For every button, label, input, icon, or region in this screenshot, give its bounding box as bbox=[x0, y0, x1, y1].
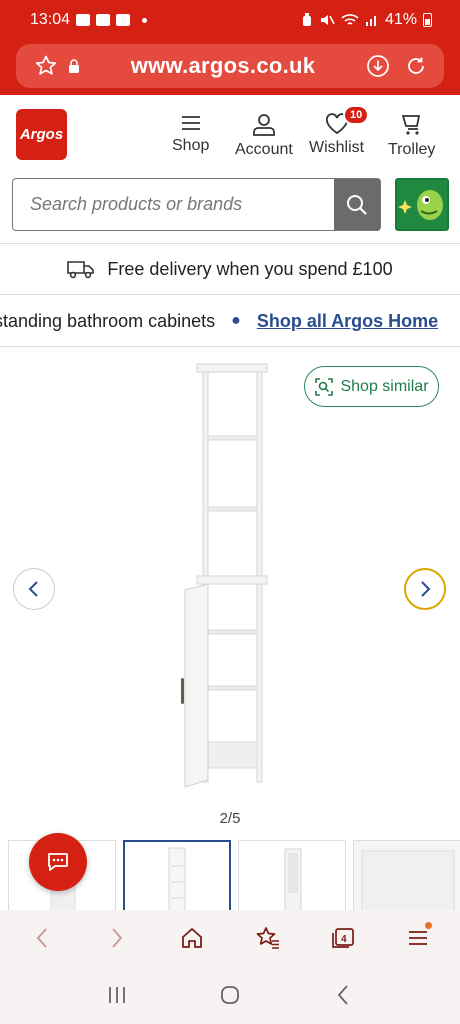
gallery-next-button[interactable] bbox=[404, 568, 446, 610]
bookmarks-button[interactable] bbox=[248, 918, 288, 958]
home-circle-icon bbox=[221, 986, 239, 1004]
forward-button[interactable] bbox=[97, 918, 137, 958]
dinosaur-mascot-icon bbox=[397, 180, 447, 229]
chevron-right-icon bbox=[112, 928, 123, 948]
system-navigation-bar bbox=[0, 966, 460, 1024]
battery-percent: 41% bbox=[384, 11, 417, 28]
search-button[interactable] bbox=[334, 179, 380, 230]
breadcrumb: standing bathroom cabinets ● Shop all Ar… bbox=[0, 296, 460, 346]
breadcrumb-shop-all-link[interactable]: Shop all Argos Home bbox=[257, 311, 438, 332]
home-button[interactable] bbox=[172, 918, 212, 958]
browser-toolbar-bottom: 4 bbox=[0, 910, 460, 966]
system-back-button[interactable] bbox=[323, 975, 363, 1015]
thumbnail-image bbox=[168, 847, 186, 910]
notification-dot-icon bbox=[142, 17, 148, 23]
back-button[interactable] bbox=[22, 918, 62, 958]
battery-icon bbox=[423, 13, 432, 27]
menu-icon bbox=[181, 116, 200, 130]
delivery-van-icon bbox=[67, 261, 95, 279]
signal-icon bbox=[365, 13, 379, 27]
search-icon bbox=[347, 194, 367, 215]
delivery-banner: Free delivery when you spend £100 bbox=[0, 245, 460, 293]
divider bbox=[0, 294, 460, 295]
divider bbox=[0, 243, 460, 244]
browser-toolbar-top: www.argos.co.uk bbox=[0, 40, 460, 95]
argos-logo[interactable]: Argos bbox=[16, 109, 67, 160]
shop-similar-button[interactable]: Shop similar bbox=[304, 366, 439, 407]
logo-text: Argos bbox=[19, 126, 64, 143]
tabs-button[interactable]: 4 bbox=[323, 918, 363, 958]
gallery-prev-button[interactable] bbox=[13, 568, 55, 610]
search-input[interactable] bbox=[13, 179, 334, 230]
star-icon[interactable] bbox=[34, 54, 58, 78]
nav-wishlist[interactable]: 10 Wishlist bbox=[309, 105, 370, 157]
youtube-icon bbox=[76, 14, 91, 26]
wifi-icon bbox=[341, 13, 359, 27]
breadcrumb-current: standing bathroom cabinets bbox=[0, 310, 216, 331]
home-icon bbox=[182, 928, 203, 948]
chat-button[interactable] bbox=[29, 833, 87, 891]
menu-icon bbox=[409, 931, 428, 945]
wishlist-count-badge: 10 bbox=[343, 105, 370, 125]
nav-account-label: Account bbox=[235, 141, 293, 158]
nav-account[interactable]: Account bbox=[235, 113, 293, 159]
download-icon[interactable] bbox=[366, 54, 390, 78]
nav-wishlist-label: Wishlist bbox=[309, 139, 365, 156]
mute-icon bbox=[319, 13, 335, 27]
search-box bbox=[12, 178, 381, 231]
nav-trolley-label: Trolley bbox=[388, 141, 436, 158]
thumbnail-2[interactable] bbox=[123, 840, 231, 910]
promo-tile[interactable] bbox=[395, 178, 449, 231]
svg-text:4: 4 bbox=[341, 934, 347, 945]
nav-shop[interactable]: Shop bbox=[172, 113, 209, 155]
breadcrumb-separator: ● bbox=[231, 312, 241, 329]
system-home-button[interactable] bbox=[210, 975, 250, 1015]
gallery-icon bbox=[96, 14, 111, 26]
refresh-icon[interactable] bbox=[404, 54, 428, 78]
lock-icon bbox=[68, 59, 80, 73]
thumbnail-4[interactable] bbox=[353, 840, 460, 910]
bookmarks-star-icon bbox=[256, 927, 279, 949]
trolley-icon bbox=[401, 115, 420, 135]
product-gallery: Shop similar 2/5 bbox=[0, 348, 460, 838]
shop-similar-label: Shop similar bbox=[340, 377, 429, 395]
product-image-tall-cabinet[interactable] bbox=[175, 362, 275, 792]
chevron-left-icon bbox=[36, 928, 47, 948]
browser-menu-button[interactable] bbox=[398, 918, 438, 958]
notification-dot-icon bbox=[425, 922, 433, 929]
chevron-left-icon bbox=[28, 581, 38, 597]
url-text[interactable]: www.argos.co.uk bbox=[80, 53, 366, 79]
chat-icon bbox=[48, 853, 68, 871]
recent-apps-button[interactable] bbox=[97, 975, 137, 1015]
status-bar: 13:04 41% bbox=[0, 0, 460, 40]
visual-search-icon bbox=[315, 377, 334, 396]
chevron-left-icon bbox=[338, 985, 348, 1005]
nav-shop-label: Shop bbox=[172, 137, 210, 154]
site-header: Argos Shop Account 10 Wishlist Trolley bbox=[0, 95, 460, 175]
tabs-icon: 4 bbox=[332, 928, 354, 948]
address-bar[interactable]: www.argos.co.uk bbox=[16, 44, 444, 88]
thumbnail-image bbox=[354, 841, 460, 910]
nav-trolley[interactable]: Trolley bbox=[388, 113, 435, 159]
thumbnail-image bbox=[284, 848, 302, 910]
chevron-right-icon bbox=[421, 581, 431, 597]
delivery-text: Free delivery when you spend £100 bbox=[107, 258, 393, 279]
divider bbox=[0, 346, 460, 347]
thumbnail-3[interactable] bbox=[238, 840, 346, 910]
status-time: 13:04 bbox=[30, 11, 71, 28]
calendar-icon bbox=[116, 14, 131, 26]
alarm-icon bbox=[301, 13, 313, 27]
user-icon bbox=[253, 114, 275, 136]
image-counter: 2/5 bbox=[219, 810, 241, 827]
recent-apps-icon bbox=[108, 987, 125, 1003]
